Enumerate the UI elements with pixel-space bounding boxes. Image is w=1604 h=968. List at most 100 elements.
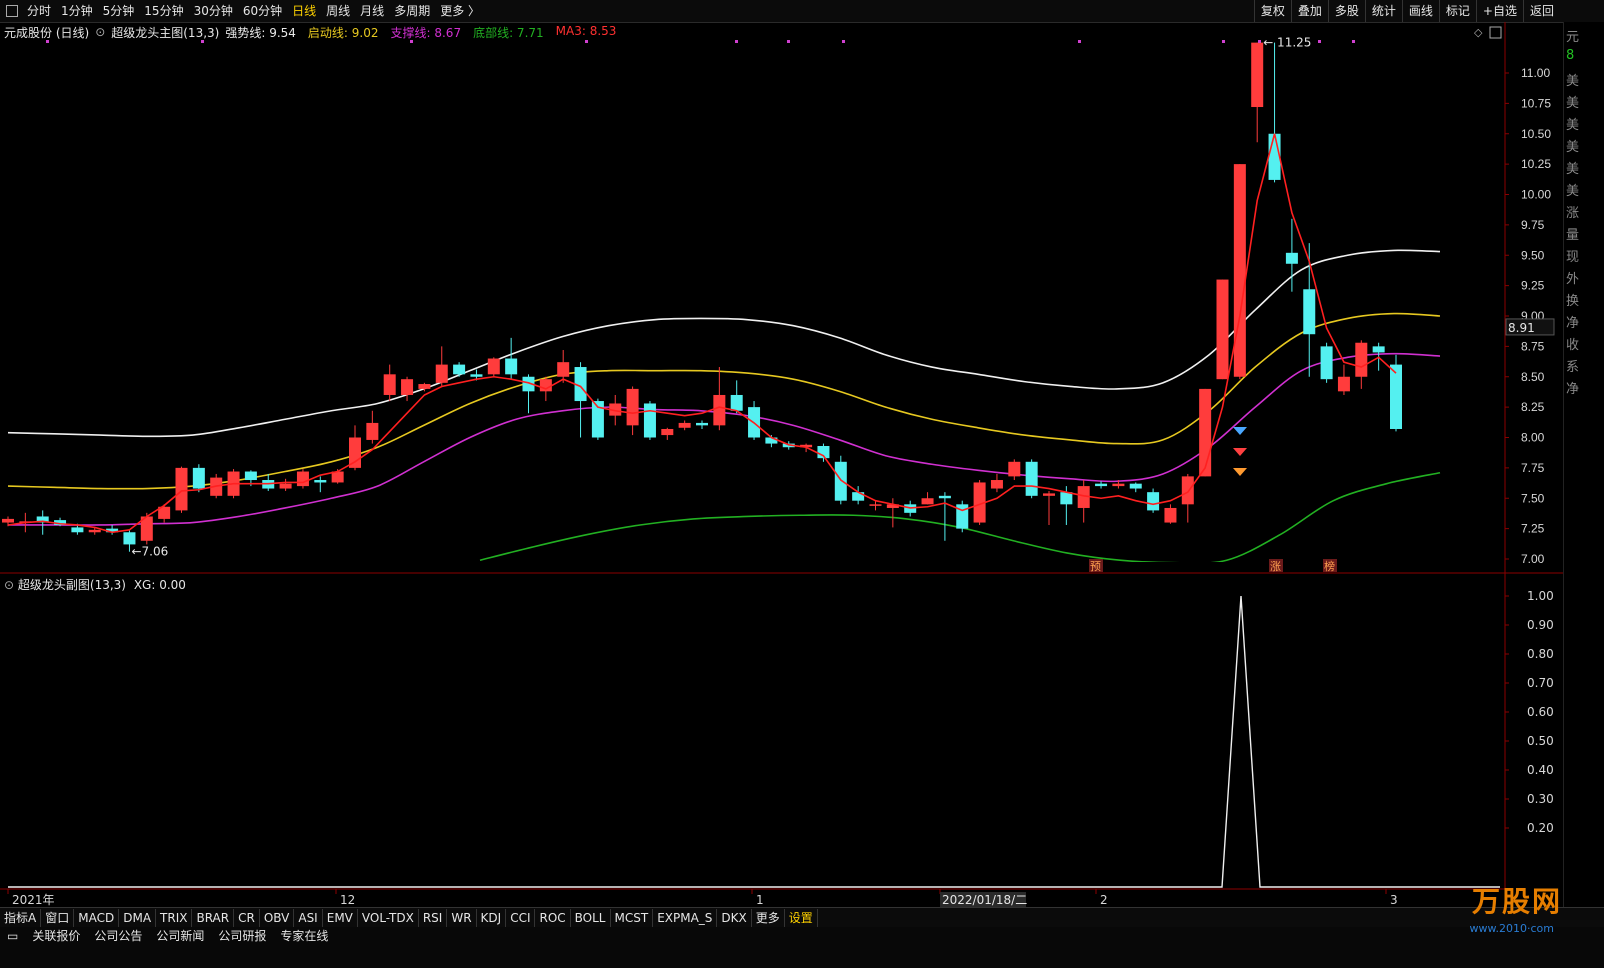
signal-dot — [46, 40, 49, 43]
period-7[interactable]: 周线 — [321, 0, 355, 22]
side-panel-char-12: 换 — [1566, 294, 1580, 309]
candle-body — [1043, 493, 1055, 496]
side-panel-char-6: 美 — [1566, 162, 1580, 177]
period-6[interactable]: 日线 — [287, 0, 321, 22]
candle-body — [990, 480, 1003, 489]
sub-tick-label: 0.40 — [1527, 763, 1554, 777]
signal-dot — [201, 40, 204, 43]
period-10[interactable]: 更多 〉 — [435, 0, 485, 22]
indicator-tab-19[interactable]: DKX — [717, 908, 752, 927]
indicator-tab-21[interactable]: 设置 — [785, 908, 818, 927]
footer-link-4[interactable]: 专家在线 — [273, 927, 335, 945]
panel-toggle-icon[interactable]: ▭ — [0, 927, 25, 945]
tool-0[interactable]: 复权 — [1253, 0, 1291, 22]
date-label: 12 — [340, 893, 355, 907]
tool-6[interactable]: +自选 — [1475, 0, 1523, 22]
candle-body — [418, 384, 431, 389]
candle-body — [1390, 364, 1402, 429]
price-tick-label: 10.75 — [1521, 96, 1551, 110]
price-tick-label: 7.75 — [1521, 461, 1545, 475]
tool-3[interactable]: 统计 — [1364, 0, 1402, 22]
dropdown-icon[interactable]: ⊙ — [4, 578, 14, 592]
candle-body — [713, 394, 726, 426]
watermark-url: www.2010·com — [1469, 922, 1554, 935]
price-tick-label: 8.25 — [1521, 400, 1545, 414]
footer-link-2[interactable]: 公司新闻 — [149, 927, 211, 945]
indicator-tab-10[interactable]: VOL-TDX — [358, 908, 419, 927]
indicator-tab-4[interactable]: TRIX — [156, 908, 193, 927]
period-0[interactable]: 分时 — [22, 0, 56, 22]
period-1[interactable]: 1分钟 — [56, 0, 98, 22]
sub-indicator-name[interactable]: 超级龙头副图(13,3) — [18, 578, 126, 592]
tool-5[interactable]: 标记 — [1438, 0, 1476, 22]
high-price-label: ← 11.25 — [1263, 36, 1311, 50]
signal-marker: 预 — [1090, 560, 1101, 573]
side-panel-char-3: 美 — [1566, 96, 1580, 111]
candle-body — [123, 532, 136, 545]
footer-link-0[interactable]: 关联报价 — [25, 927, 87, 945]
price-tick-label: 11.00 — [1521, 66, 1550, 80]
candle-body — [383, 374, 396, 395]
indicator-tab-0[interactable]: 指标A — [0, 908, 42, 927]
side-panel-char-10: 现 — [1566, 250, 1580, 265]
signal-dot — [787, 40, 790, 43]
candle-body — [938, 495, 951, 499]
footer-link-1[interactable]: 公司公告 — [87, 927, 149, 945]
quote-side-panel: 元8美美美美美美涨量现外换净收系净 — [1563, 22, 1604, 927]
period-9[interactable]: 多周期 — [389, 0, 435, 22]
price-tick-label: 8.00 — [1521, 431, 1545, 445]
indicator-tab-12[interactable]: WR — [447, 908, 477, 927]
signal-dot — [1258, 40, 1261, 43]
indicator-tab-7[interactable]: OBV — [260, 908, 295, 927]
period-2[interactable]: 5分钟 — [98, 0, 140, 22]
footer-link-3[interactable]: 公司研报 — [211, 927, 273, 945]
signal-dot — [1078, 40, 1081, 43]
period-4[interactable]: 30分钟 — [189, 0, 238, 22]
indicator-tab-8[interactable]: ASI — [294, 908, 323, 927]
side-panel-char-0: 元 — [1566, 30, 1580, 45]
indicator-tab-13[interactable]: KDJ — [477, 908, 507, 927]
candle-body — [435, 364, 448, 383]
indicator-tab-18[interactable]: EXPMA_S — [653, 908, 718, 927]
tool-7[interactable]: 返回 — [1522, 0, 1560, 22]
period-3[interactable]: 15分钟 — [139, 0, 188, 22]
price-chart[interactable]: 11.0010.7510.5010.2510.009.759.509.259.0… — [0, 22, 1564, 908]
side-panel-char-14: 收 — [1566, 338, 1580, 353]
period-5[interactable]: 60分钟 — [238, 0, 287, 22]
low-price-label: ←7.06 — [131, 545, 168, 559]
sub-tick-label: 0.30 — [1527, 792, 1554, 806]
indicator-tab-2[interactable]: MACD — [74, 908, 120, 927]
candle-body — [487, 358, 500, 375]
signal-dot — [842, 40, 845, 43]
candle-body — [678, 422, 691, 428]
indicator-tab-14[interactable]: CCI — [506, 908, 536, 927]
window-toggle-icon[interactable] — [6, 5, 18, 17]
candle-body — [1285, 252, 1298, 264]
indicator-tab-17[interactable]: MCST — [611, 908, 654, 927]
indicator-tab-1[interactable]: 窗口 — [41, 908, 75, 927]
indicator-tab-3[interactable]: DMA — [119, 908, 157, 927]
tool-1[interactable]: 叠加 — [1290, 0, 1328, 22]
indicator-tab-9[interactable]: EMV — [323, 908, 358, 927]
candle-body — [1129, 483, 1142, 489]
tool-4[interactable]: 画线 — [1401, 0, 1439, 22]
candle-body — [643, 403, 656, 438]
candle-body — [1372, 346, 1385, 353]
tool-2[interactable]: 多股 — [1327, 0, 1365, 22]
side-panel-char-13: 净 — [1566, 316, 1580, 331]
indicator-tab-11[interactable]: RSI — [419, 908, 448, 927]
period-8[interactable]: 月线 — [355, 0, 389, 22]
top-toolbar: 分时 1分钟 5分钟 15分钟 30分钟 60分钟 日线 周线 月线 多周期 更多 〉 复权 叠加 多股… — [0, 0, 1604, 23]
indicator-tab-15[interactable]: ROC — [535, 908, 571, 927]
candle-body — [1025, 461, 1038, 496]
sub-tick-label: 0.60 — [1527, 705, 1554, 719]
candle-body — [192, 467, 205, 489]
indicator-tab-6[interactable]: CR — [234, 908, 260, 927]
indicator-tab-16[interactable]: BOLL — [571, 908, 611, 927]
candle-body — [661, 428, 674, 436]
tool-selector: 复权 叠加 多股 统计 画线 标记 +自选 返回 — [1253, 0, 1560, 22]
side-panel-char-15: 系 — [1566, 360, 1580, 375]
indicator-tab-5[interactable]: BRAR — [192, 908, 235, 927]
indicator-tab-20[interactable]: 更多 — [752, 908, 785, 927]
candle-body — [834, 461, 847, 501]
